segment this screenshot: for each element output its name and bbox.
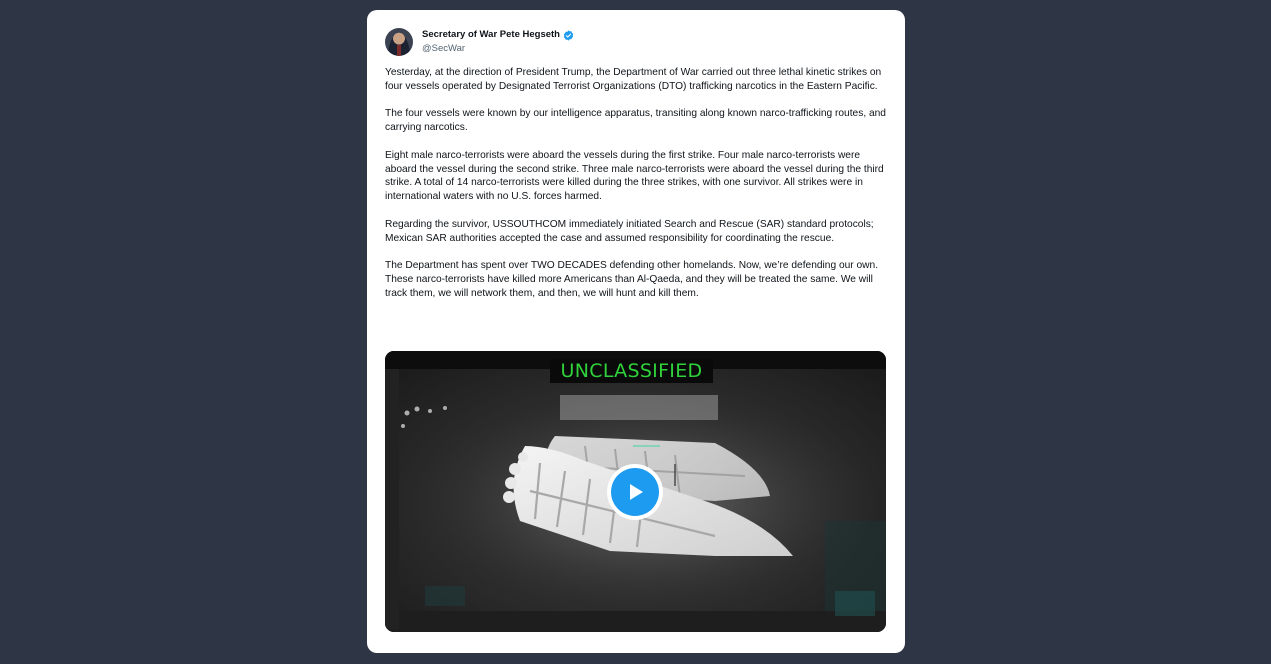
play-button[interactable] (607, 464, 663, 520)
post-paragraph: Regarding the survivor, USSOUTHCOM immed… (385, 218, 874, 244)
play-icon (630, 484, 643, 500)
author-display-name[interactable]: Secretary of War Pete Hegseth (422, 28, 560, 42)
author-info: Secretary of War Pete Hegseth @SecWar (422, 28, 574, 56)
play-button-inner (611, 468, 659, 516)
post-header: Secretary of War Pete Hegseth @SecWar (385, 28, 574, 56)
video-player[interactable]: UNCLASSIFIED (385, 351, 886, 632)
post-paragraph: Yesterday, at the direction of President… (385, 67, 882, 92)
post-text: Yesterday, at the direction of President… (385, 66, 890, 314)
overlay-label: UNCLASSIFIED (560, 360, 703, 382)
post-paragraph: The Department has spent over TWO DECADE… (385, 260, 879, 299)
author-handle[interactable]: @SecWar (422, 42, 574, 56)
post-paragraph: The four vessels were known by our intel… (385, 108, 886, 134)
unclassified-banner: UNCLASSIFIED (550, 359, 713, 383)
verified-badge-icon (563, 29, 574, 41)
post-card: Secretary of War Pete Hegseth @SecWar Ye… (367, 10, 905, 653)
post-paragraph: Eight male narco-terrorists were aboard … (385, 149, 884, 203)
avatar[interactable] (385, 28, 413, 56)
